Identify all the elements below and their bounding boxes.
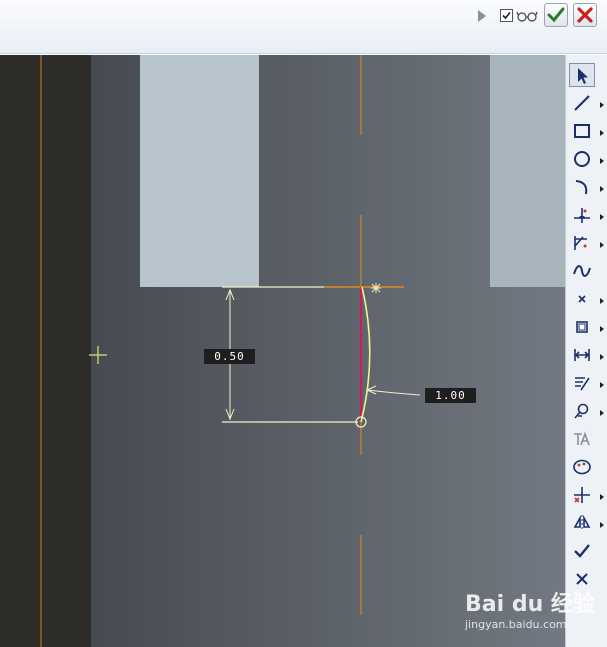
flyout-arrow-icon[interactable] xyxy=(600,410,604,416)
line-tool[interactable] xyxy=(569,91,595,115)
flyout-arrow-icon[interactable] xyxy=(600,130,604,136)
flyout-arrow-icon[interactable] xyxy=(600,242,604,248)
flyout-arrow-icon[interactable] xyxy=(600,158,604,164)
flyout-arrow-icon[interactable] xyxy=(600,214,604,220)
checkmark-icon xyxy=(547,7,565,23)
modify-tool[interactable] xyxy=(569,371,595,395)
glasses-icon[interactable] xyxy=(516,9,538,23)
arc-icon xyxy=(575,180,588,195)
fillet-icon xyxy=(574,208,590,223)
spline-tool[interactable] xyxy=(569,259,595,283)
offset-edge-icon xyxy=(576,321,588,333)
circle-icon xyxy=(574,151,590,167)
part-block-left xyxy=(140,55,259,287)
cancel-button[interactable] xyxy=(573,3,597,27)
spline-icon xyxy=(573,265,591,277)
flyout-arrow-icon[interactable] xyxy=(600,298,604,304)
checkbox-icon[interactable] xyxy=(500,9,513,22)
close-x-icon xyxy=(577,7,593,23)
point-icon xyxy=(578,295,586,303)
circle-tool[interactable] xyxy=(569,147,595,171)
dimension-icon xyxy=(574,349,590,361)
constraint-marker-icon xyxy=(371,283,381,293)
done-sketch-button[interactable] xyxy=(569,539,595,563)
select-arrow-icon xyxy=(578,68,588,84)
flyout-arrow-icon[interactable] xyxy=(600,382,604,388)
text-tool[interactable] xyxy=(569,427,595,451)
text-icon xyxy=(574,431,590,446)
flyout-arrow-icon[interactable] xyxy=(600,494,604,500)
mirror-icon xyxy=(573,514,591,531)
palette-icon xyxy=(573,459,591,475)
constraint-tool[interactable] xyxy=(569,399,595,423)
height-dimension-label[interactable]: 0.50 xyxy=(204,349,255,364)
fillet-tool[interactable] xyxy=(569,203,595,227)
part-block-right xyxy=(490,55,565,287)
ok-button[interactable] xyxy=(544,3,568,27)
rectangle-tool[interactable] xyxy=(569,119,595,143)
mirror-tool[interactable] xyxy=(569,511,595,535)
flyout-arrow-icon[interactable] xyxy=(600,102,604,108)
dimension-tool[interactable] xyxy=(569,343,595,367)
line-icon xyxy=(574,95,590,111)
select-tool[interactable] xyxy=(569,63,595,87)
watermark-url: jingyan.baidu.com xyxy=(465,618,567,631)
dark-panel xyxy=(0,55,91,647)
chamfer-tool[interactable] xyxy=(569,231,595,255)
arc-tool[interactable] xyxy=(569,175,595,199)
sketch-canvas[interactable] xyxy=(0,55,565,647)
point-tool[interactable] xyxy=(569,287,595,311)
offset-edge-tool[interactable] xyxy=(569,315,595,339)
trim-icon xyxy=(574,487,590,503)
watermark-logo: Bai du 经验 xyxy=(465,592,595,617)
modify-icon xyxy=(575,377,590,391)
trim-tool[interactable] xyxy=(569,483,595,507)
flyout-arrow-icon[interactable] xyxy=(600,522,604,528)
constraint-icon xyxy=(574,403,589,419)
sketch-tool-palette xyxy=(565,55,607,647)
watermark: Bai du 经验 jingyan.baidu.com xyxy=(463,582,603,642)
chamfer-icon xyxy=(574,236,587,250)
flyout-arrow-icon[interactable] xyxy=(600,354,604,360)
play-arrow-icon[interactable] xyxy=(476,9,488,23)
flyout-arrow-icon[interactable] xyxy=(600,326,604,332)
sketch-palette-tool[interactable] xyxy=(569,455,595,479)
done-check-icon xyxy=(574,544,590,558)
dashboard-toolbar xyxy=(0,0,607,54)
radius-dimension-label[interactable]: 1.00 xyxy=(425,388,476,403)
rectangle-icon xyxy=(574,124,590,138)
flyout-arrow-icon[interactable] xyxy=(600,186,604,192)
